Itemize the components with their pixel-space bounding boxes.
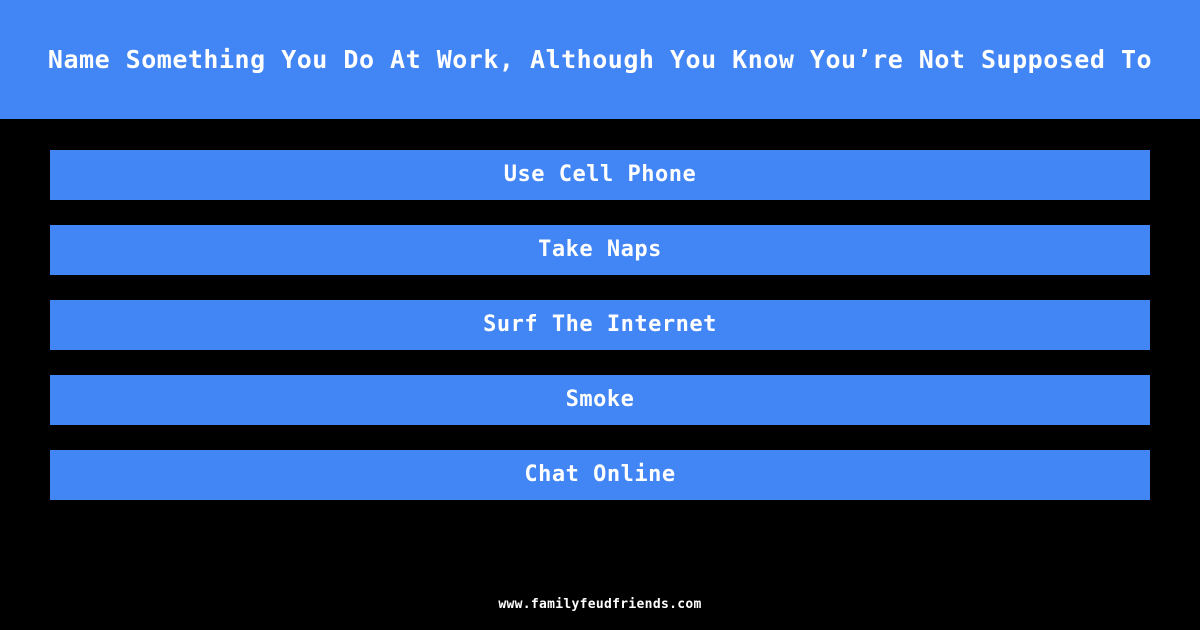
answer-row[interactable]: Chat Online <box>50 450 1150 500</box>
answer-row[interactable]: Smoke <box>50 375 1150 425</box>
answer-label: Surf The Internet <box>483 312 717 337</box>
answer-row[interactable]: Surf The Internet <box>50 300 1150 350</box>
answer-row[interactable]: Use Cell Phone <box>50 150 1150 200</box>
answer-label: Use Cell Phone <box>503 162 697 187</box>
site-url: www.familyfeudfriends.com <box>498 596 702 612</box>
answer-label: Take Naps <box>538 237 662 262</box>
answer-label: Smoke <box>565 387 635 412</box>
question-text: Name Something You Do At Work, Although … <box>47 45 1153 74</box>
family-feud-question-card: Name Something You Do At Work, Although … <box>0 0 1200 630</box>
answer-label: Chat Online <box>524 462 676 487</box>
footer: www.familyfeudfriends.com <box>0 578 1200 630</box>
answers-list: Use Cell Phone Take Naps Surf The Intern… <box>0 119 1200 500</box>
question-banner: Name Something You Do At Work, Although … <box>0 0 1200 119</box>
answer-row[interactable]: Take Naps <box>50 225 1150 275</box>
